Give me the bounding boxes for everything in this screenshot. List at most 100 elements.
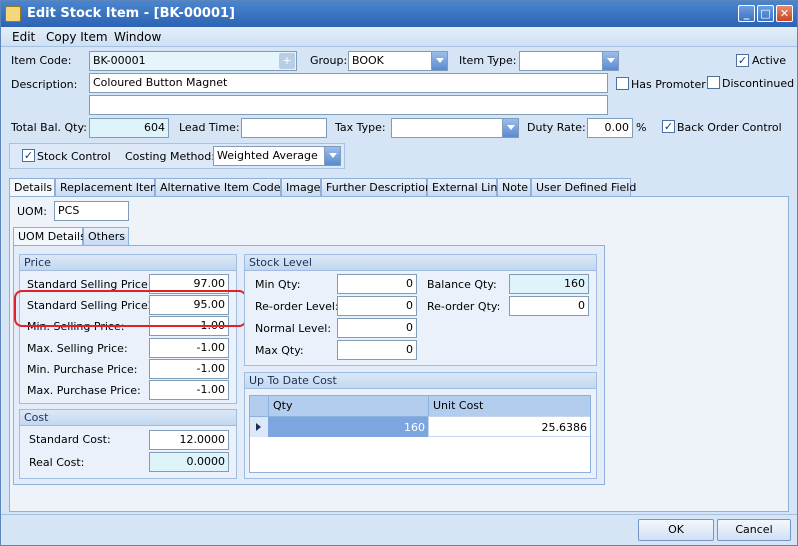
chevron-down-icon[interactable]	[431, 52, 447, 70]
min-purchase-price-input[interactable]: -1.00	[149, 359, 229, 379]
duty-rate-input[interactable]: 0.00	[587, 118, 633, 138]
chevron-down-icon[interactable]	[602, 52, 618, 70]
back-order-label: Back Order Control	[677, 121, 782, 134]
total-bal-qty-label: Total Bal. Qty:	[11, 121, 87, 134]
maximize-button[interactable]: □	[757, 5, 774, 22]
max-qty-input[interactable]: 0	[337, 340, 417, 360]
cost-header: Cost	[20, 410, 236, 426]
description-value: Coloured Button Magnet	[93, 76, 228, 89]
discontinued-checkbox[interactable]	[707, 76, 720, 89]
duty-rate-label: Duty Rate:	[527, 121, 586, 134]
grid-header-qty[interactable]: Qty	[268, 396, 428, 416]
group-combo[interactable]: BOOK	[348, 51, 448, 71]
reorder-qty-value: 0	[578, 299, 585, 312]
stock-control-label: Stock Control	[37, 150, 111, 163]
tax-type-combo[interactable]	[391, 118, 519, 138]
stock-control-checkbox[interactable]: ✓	[22, 149, 35, 162]
tab-alternative-item-code[interactable]: Alternative Item Code	[155, 178, 281, 196]
normal-level-input[interactable]: 0	[337, 318, 417, 338]
max-purchase-price-value: -1.00	[196, 383, 225, 396]
grid-header-unit-cost[interactable]: Unit Cost	[428, 396, 590, 416]
total-bal-qty-input: 604	[89, 118, 169, 138]
balance-qty-value: 160	[564, 277, 585, 290]
real-cost-value: 0.0000	[186, 455, 226, 468]
max-purchase-price-label: Max. Purchase Price:	[27, 384, 141, 397]
max-selling-price-input[interactable]: -1.00	[149, 338, 229, 358]
balance-qty-label: Balance Qty:	[427, 278, 497, 291]
up-to-date-cost-header: Up To Date Cost	[245, 373, 596, 389]
min-qty-input[interactable]: 0	[337, 274, 417, 294]
has-promoter-checkbox[interactable]	[616, 77, 629, 90]
description-label: Description:	[11, 78, 78, 91]
max-selling-price-label: Max. Selling Price:	[27, 342, 128, 355]
ok-button[interactable]: OK	[638, 519, 714, 541]
normal-level-label: Normal Level:	[255, 322, 332, 335]
tab-replacement-item[interactable]: Replacement Item	[55, 178, 161, 196]
chevron-down-icon[interactable]	[502, 119, 518, 137]
tab-uom-details[interactable]: UOM Details	[13, 227, 86, 246]
total-bal-qty-value: 604	[144, 121, 165, 134]
standard-cost-input[interactable]: 12.0000	[149, 430, 229, 450]
item-code-input[interactable]: BK-00001 +	[89, 51, 297, 71]
chevron-down-icon[interactable]	[324, 147, 340, 165]
description2-input[interactable]	[89, 95, 608, 115]
has-promoter-label: Has Promoter	[631, 78, 706, 91]
costing-method-combo[interactable]: Weighted Average	[213, 146, 341, 166]
lead-time-label: Lead Time:	[179, 121, 240, 134]
menu-window[interactable]: Window	[114, 30, 161, 44]
reorder-qty-input[interactable]: 0	[509, 296, 589, 316]
edit-stock-item-window: Edit Stock Item - [BK-00001] _ □ ✕ Edit …	[0, 0, 798, 546]
uom-input[interactable]: PCS	[54, 201, 129, 221]
uom-label: UOM:	[17, 205, 47, 218]
row-indicator-icon[interactable]	[250, 416, 268, 437]
real-cost-label: Real Cost:	[29, 456, 85, 469]
duty-rate-unit: %	[636, 121, 647, 134]
tab-note[interactable]: Note	[497, 178, 531, 196]
description-input[interactable]: Coloured Button Magnet	[89, 73, 608, 93]
active-label: Active	[752, 54, 787, 67]
table-row-qty[interactable]: 160	[268, 416, 428, 437]
group-label: Group:	[310, 54, 348, 67]
app-icon	[5, 6, 21, 22]
minimize-button[interactable]: _	[738, 5, 755, 22]
max-qty-value: 0	[406, 343, 413, 356]
reorder-level-input[interactable]: 0	[337, 296, 417, 316]
window-title: Edit Stock Item - [BK-00001]	[27, 6, 235, 21]
item-code-lookup-icon[interactable]: +	[279, 53, 295, 69]
max-purchase-price-input[interactable]: -1.00	[149, 380, 229, 400]
tab-others[interactable]: Others	[83, 227, 129, 245]
back-order-checkbox[interactable]: ✓	[662, 120, 675, 133]
uom-value: PCS	[58, 204, 80, 217]
table-row-unit-cost[interactable]: 25.6386	[428, 416, 590, 437]
active-checkbox[interactable]: ✓	[736, 54, 749, 67]
reorder-level-label: Re-order Level:	[255, 300, 339, 313]
tab-user-defined-field[interactable]: User Defined Field	[531, 178, 636, 196]
max-selling-price-value: -1.00	[196, 341, 225, 354]
std-selling-price-value: 97.00	[193, 277, 226, 290]
tab-further-description[interactable]: Further Description	[321, 178, 432, 196]
item-type-combo[interactable]	[519, 51, 619, 71]
tax-type-label: Tax Type:	[335, 121, 386, 134]
min-qty-label: Min Qty:	[255, 278, 301, 291]
min-purchase-price-value: -1.00	[196, 362, 225, 375]
menu-bar: Edit Copy Item Window	[1, 27, 797, 47]
stock-level-header: Stock Level	[245, 255, 596, 271]
tab-image[interactable]: Image	[281, 178, 321, 196]
group-value: BOOK	[352, 54, 384, 67]
normal-level-value: 0	[406, 321, 413, 334]
reorder-qty-label: Re-order Qty:	[427, 300, 501, 313]
close-button[interactable]: ✕	[776, 5, 793, 22]
grid-corner	[250, 396, 268, 416]
costing-method-value: Weighted Average	[217, 149, 318, 162]
tab-external-link[interactable]: External Link	[427, 178, 504, 196]
duty-rate-value: 0.00	[604, 121, 630, 134]
min-purchase-price-label: Min. Purchase Price:	[27, 363, 138, 376]
title-bar[interactable]: Edit Stock Item - [BK-00001] _ □ ✕	[1, 1, 797, 27]
menu-copy-item[interactable]: Copy Item	[46, 30, 108, 44]
highlight-annotation	[14, 290, 247, 327]
standard-cost-value: 12.0000	[179, 433, 226, 446]
tab-details[interactable]: Details	[9, 178, 55, 197]
lead-time-input[interactable]	[241, 118, 327, 138]
cancel-button[interactable]: Cancel	[717, 519, 791, 541]
menu-edit[interactable]: Edit	[12, 30, 35, 44]
